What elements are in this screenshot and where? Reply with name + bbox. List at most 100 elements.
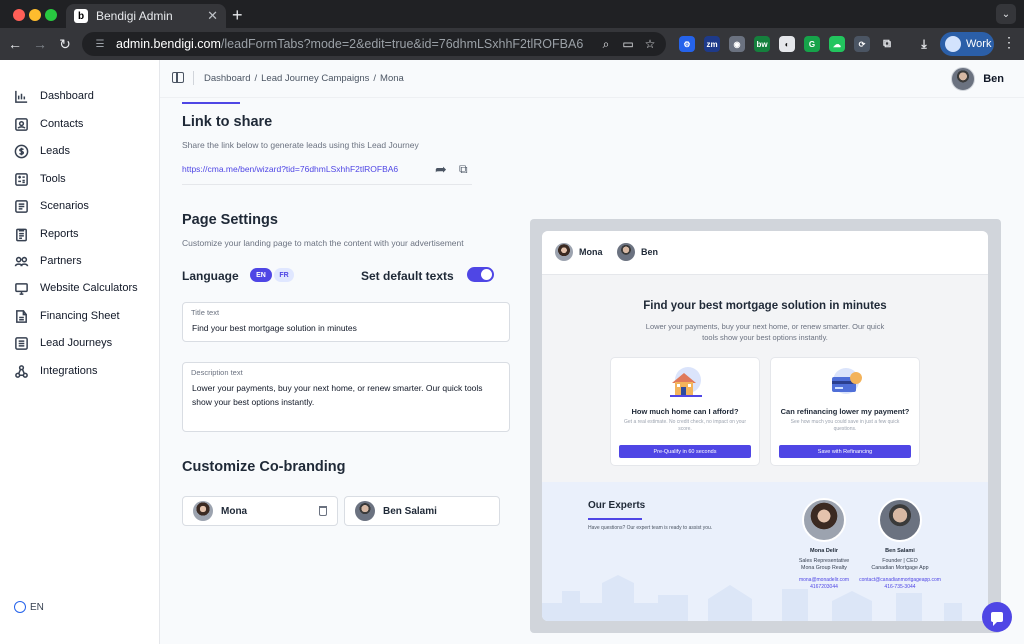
- download-icon[interactable]: ⤓: [916, 36, 932, 52]
- preview-person-mona: Mona: [555, 243, 603, 261]
- sidebar-item-label: Lead Journeys: [40, 337, 113, 349]
- language-switcher[interactable]: EN: [14, 601, 44, 613]
- sidebar-item-reports[interactable]: Reports: [14, 223, 79, 245]
- profile-button[interactable]: Work: [940, 32, 994, 56]
- expert-email[interactable]: contact@canadianmortgageapp.com: [854, 577, 946, 584]
- extension-chat-icon[interactable]: ◐: [779, 36, 795, 52]
- share-link[interactable]: https://cma.me/ben/wizard?tid=76dhmLSxhh…: [182, 164, 398, 174]
- monitor-icon: [15, 282, 28, 295]
- sidebar-item-integrations[interactable]: Integrations: [14, 360, 97, 382]
- forward-icon[interactable]: →: [30, 34, 50, 54]
- title-text-field[interactable]: Title text Find your best mortgage solut…: [182, 302, 510, 342]
- avatar: [355, 501, 375, 521]
- dollar-icon: [14, 144, 29, 158]
- extension-cloud-icon[interactable]: ☁: [829, 36, 845, 52]
- link-share-heading: Link to share: [182, 114, 273, 130]
- user-menu[interactable]: Ben: [951, 67, 1004, 91]
- sidebar-item-label: Financing Sheet: [40, 310, 120, 322]
- close-window-button[interactable]: [13, 9, 25, 21]
- sidebar-item-scenarios[interactable]: Scenarios: [14, 195, 89, 217]
- credit-card-illustration-icon: [832, 368, 862, 394]
- landing-page-preview: Mona Ben Find your best mortgage solutio…: [530, 219, 1001, 633]
- browser-toolbar: ← → ↻ ☰ admin.bendigi.com/leadFormTabs?m…: [0, 28, 1024, 60]
- install-app-icon[interactable]: ▭: [618, 32, 638, 56]
- breadcrumb-lead-journey-campaigns[interactable]: Lead Journey Campaigns: [261, 73, 369, 84]
- experts-subtitle: Have questions? Our expert team is ready…: [588, 525, 713, 531]
- preview-title: Find your best mortgage solution in minu…: [643, 300, 887, 312]
- browser-tab-title: Bendigi Admin: [96, 9, 173, 23]
- expert-phone[interactable]: 416-735-3044: [854, 584, 946, 591]
- app: Dashboard Contacts Leads Tools Scenarios…: [0, 60, 1024, 644]
- breadcrumb-separator: /: [254, 73, 258, 84]
- sidebar-item-dashboard[interactable]: Dashboard: [14, 85, 94, 107]
- zoom-icon[interactable]: ⌕: [596, 32, 616, 56]
- language-chip-fr[interactable]: FR: [274, 268, 294, 282]
- breadcrumb: Dashboard / Lead Journey Campaigns / Mon…: [204, 73, 404, 84]
- extensions-puzzle-icon[interactable]: ⧉: [879, 36, 895, 52]
- extension-sync-icon[interactable]: ⟳: [854, 36, 870, 52]
- reload-icon[interactable]: ↻: [55, 34, 75, 54]
- extension-g-icon[interactable]: G: [804, 36, 820, 52]
- preview-card-refinancing: Can refinancing lower my payment? See ho…: [770, 357, 920, 466]
- sidebar-item-lead-journeys[interactable]: Lead Journeys: [14, 332, 112, 354]
- share-link-underline: [182, 184, 472, 185]
- avatar: [802, 498, 846, 542]
- back-icon[interactable]: ←: [5, 34, 25, 54]
- browser-menu-icon[interactable]: ⋮: [1002, 34, 1016, 51]
- preview-card-affordability: How much home can I afford? Get a real e…: [610, 357, 760, 466]
- extension-camera-icon[interactable]: ◉: [729, 36, 745, 52]
- breadcrumb-dashboard[interactable]: Dashboard: [204, 73, 250, 84]
- extension-bw-icon[interactable]: bw: [754, 36, 770, 52]
- expert-ben: Ben Salami Founder | CEO Canadian Mortga…: [854, 498, 946, 591]
- preview-card-desc: Get a real estimate. No credit check, no…: [624, 419, 746, 432]
- minimize-window-button[interactable]: [29, 9, 41, 21]
- extension-zm-icon[interactable]: zm: [704, 36, 720, 52]
- cobrand-card-ben[interactable]: Ben Salami: [344, 496, 500, 526]
- extension-gear-icon[interactable]: ⚙: [679, 36, 695, 52]
- avatar: [555, 243, 573, 261]
- language-chip-en[interactable]: EN: [250, 268, 272, 282]
- sidebar-item-financing-sheet[interactable]: Financing Sheet: [14, 305, 120, 327]
- chat-bubble-icon: [991, 612, 1003, 626]
- sidebar-item-website-calculators[interactable]: Website Calculators: [14, 277, 138, 299]
- sidebar-item-label: Tools: [40, 173, 66, 185]
- reports-icon: [16, 228, 27, 241]
- tab-search-icon[interactable]: ⌄: [996, 4, 1016, 24]
- sidebar-item-label: Dashboard: [40, 90, 94, 102]
- refinancing-button[interactable]: Save with Refinancing: [779, 445, 911, 458]
- site-info-icon[interactable]: ☰: [92, 36, 108, 52]
- sidebar-item-partners[interactable]: Partners: [14, 250, 82, 272]
- new-tab-icon[interactable]: +: [232, 5, 243, 26]
- share-icon[interactable]: ➦: [435, 161, 447, 178]
- default-texts-toggle[interactable]: [467, 267, 494, 282]
- copy-icon[interactable]: ⧉: [459, 162, 468, 177]
- bookmark-star-icon[interactable]: ☆: [640, 32, 660, 56]
- maximize-window-button[interactable]: [45, 9, 57, 21]
- toggle-sidebar-icon[interactable]: [172, 72, 184, 83]
- avatar: [878, 498, 922, 542]
- profile-label: Work: [966, 38, 992, 50]
- active-tab-indicator: [182, 102, 240, 104]
- page-settings-description: Customize your landing page to match the…: [182, 238, 464, 248]
- sidebar-item-contacts[interactable]: Contacts: [14, 113, 83, 135]
- description-text-field[interactable]: Description text Lower your payments, bu…: [182, 362, 510, 432]
- expert-company: Canadian Mortgage App: [871, 565, 929, 571]
- browser-tab-strip: b Bendigi Admin ✕ + ⌄: [0, 0, 1024, 28]
- sidebar-item-label: Website Calculators: [40, 282, 138, 294]
- journey-icon: [15, 336, 28, 350]
- partners-icon: [14, 256, 29, 266]
- address-bar[interactable]: ☰ admin.bendigi.com/leadFormTabs?mode=2&…: [82, 32, 666, 56]
- sheet-icon: [16, 309, 27, 323]
- prequalify-button[interactable]: Pre-Qualify in 60 seconds: [619, 445, 751, 458]
- sidebar-item-leads[interactable]: Leads: [14, 140, 70, 162]
- close-tab-icon[interactable]: ✕: [207, 8, 218, 24]
- experts-underline: [588, 518, 642, 520]
- chat-launcher-button[interactable]: [982, 602, 1012, 632]
- sidebar-item-tools[interactable]: Tools: [14, 168, 66, 190]
- language-label: Language: [182, 269, 239, 283]
- cobrand-card-mona[interactable]: Mona: [182, 496, 338, 526]
- sidebar-item-label: Contacts: [40, 118, 84, 130]
- browser-tab[interactable]: b Bendigi Admin ✕: [66, 4, 226, 28]
- cobrand-name: Mona: [221, 505, 248, 517]
- trash-icon[interactable]: [319, 506, 327, 516]
